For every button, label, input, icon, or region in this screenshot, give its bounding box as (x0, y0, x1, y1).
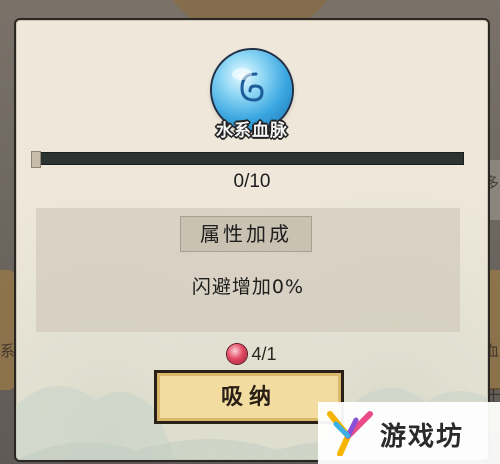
attribute-box: 属性加成 闪避增加0% (36, 208, 460, 332)
bloodline-title: 水系血脉 (216, 121, 288, 141)
progress-cap (31, 151, 41, 168)
absorb-button[interactable]: 吸纳 (154, 370, 344, 424)
colorful-y-logo (327, 411, 373, 456)
cost-text: 4/1 (251, 344, 277, 364)
background-text-left: 系 (0, 342, 16, 360)
watermark: 游戏坊 (318, 402, 500, 464)
progress-text: 0/10 (233, 171, 271, 192)
attribute-header: 属性加成 (180, 216, 312, 252)
cost-row: 4/1 (16, 344, 488, 365)
red-orb-icon (227, 344, 248, 364)
attribute-value: 闪避增加0% (191, 276, 305, 298)
progress-bar (31, 151, 464, 168)
bloodline-panel: 水系血脉 0/10 属性加成 闪避增加0% 4/1 吸纳 (14, 18, 490, 462)
watermark-text: 游戏坊 (380, 422, 465, 452)
